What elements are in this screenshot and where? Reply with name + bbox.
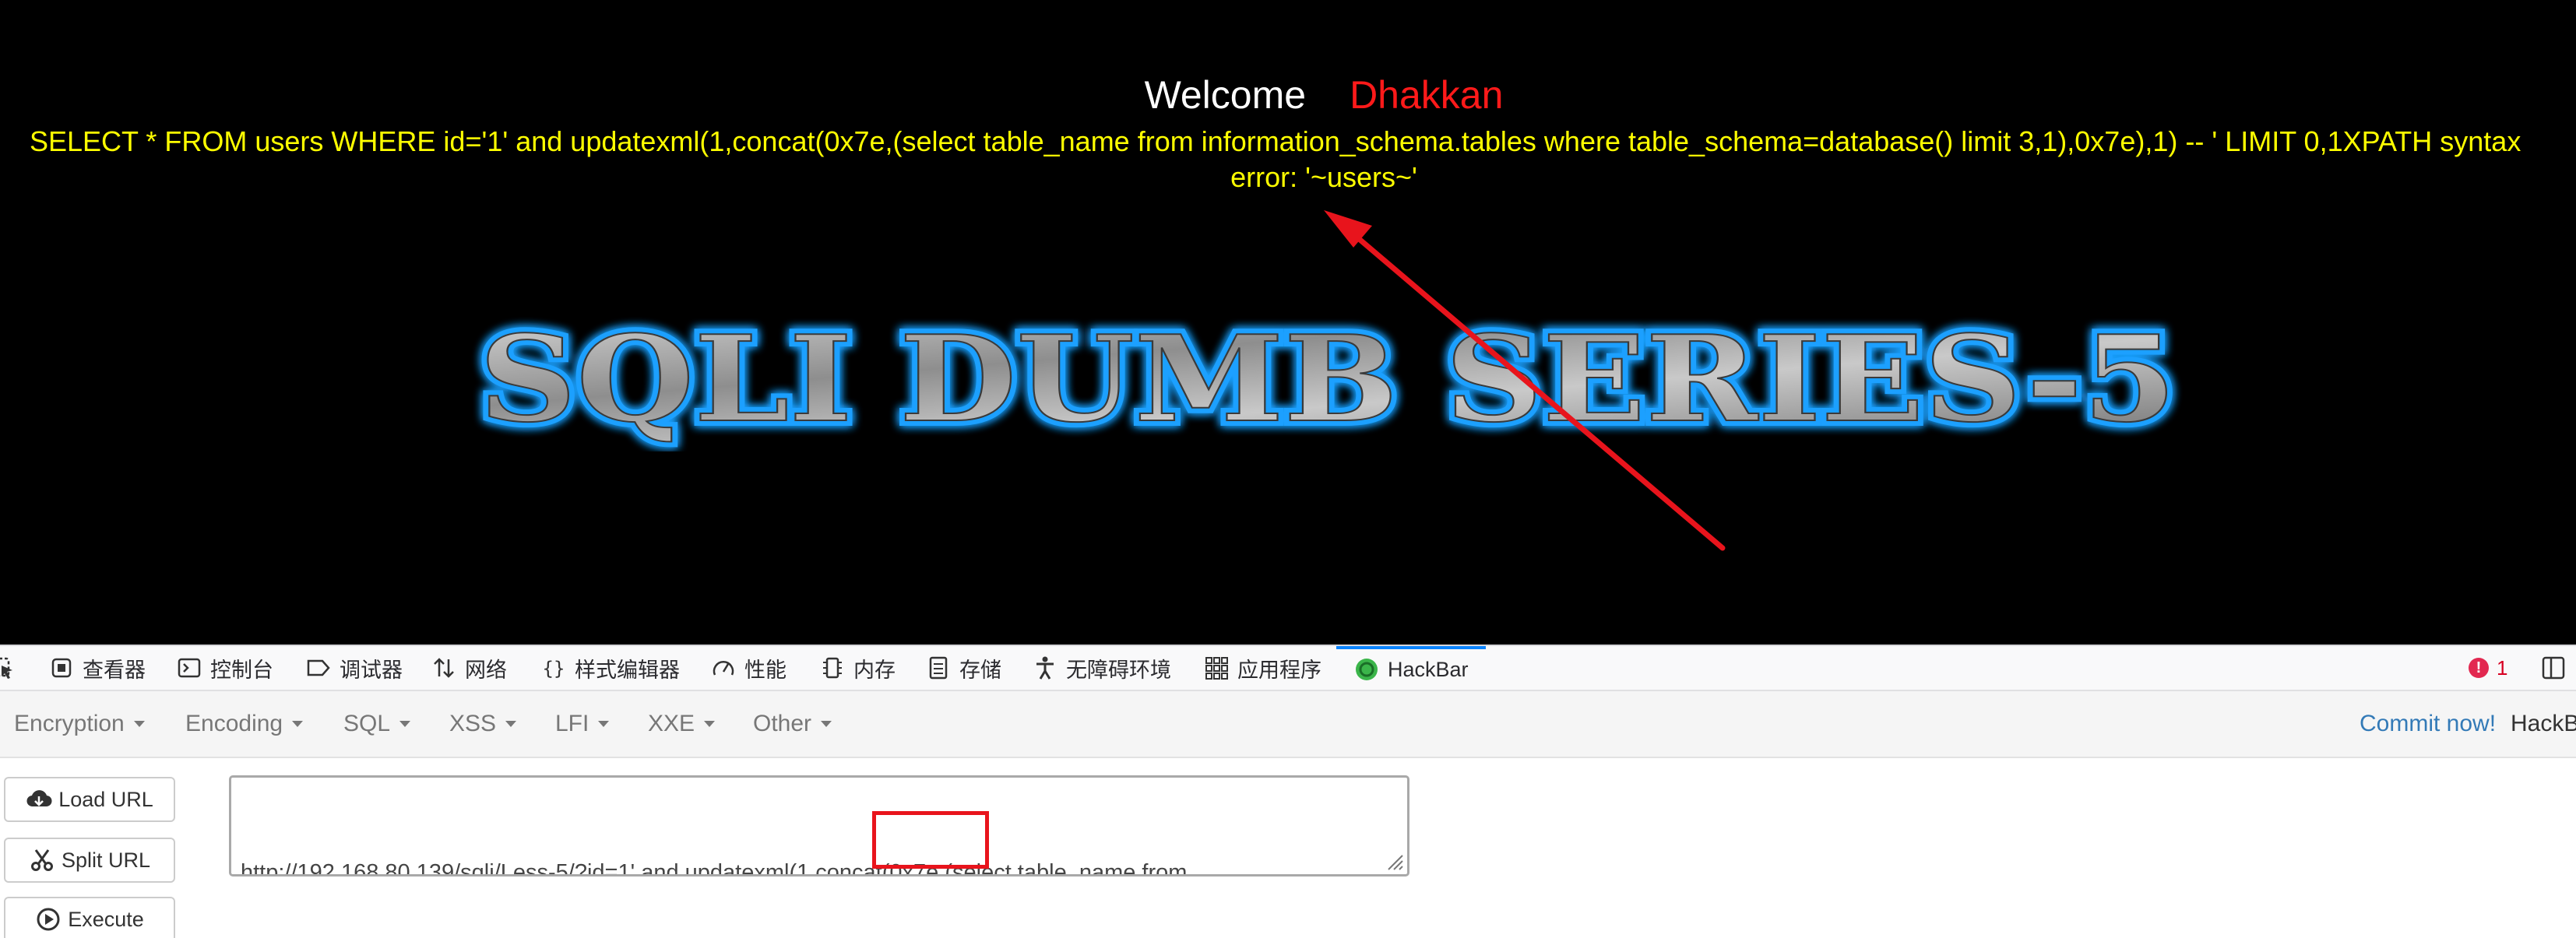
- hackbar-menu-bar: Encryption Encoding SQL XSS LFI XXE Othe…: [0, 691, 2576, 758]
- caret-down-icon: [505, 721, 517, 727]
- split-url-label: Split URL: [61, 848, 151, 872]
- sql-query-output: SELECT * FROM users WHERE id='1' and upd…: [30, 125, 2521, 157]
- load-url-label: Load URL: [58, 787, 153, 811]
- url-value: http://192.168.80.139/sqli/Less-5/?id=1'…: [241, 860, 1188, 877]
- error-count: 1: [2497, 655, 2508, 680]
- menu-xss[interactable]: XSS: [449, 691, 517, 757]
- tab-console[interactable]: 控制台: [176, 646, 273, 690]
- tab-application-label: 应用程序: [1237, 658, 1321, 682]
- accessibility-icon: [1036, 656, 1054, 680]
- tab-performance-label: 性能: [744, 658, 787, 682]
- web-page-viewport: Welcome Dhakkan SELECT * FROM users WHERE…: [0, 0, 2576, 645]
- tab-debugger[interactable]: 调试器: [305, 646, 403, 690]
- menu-encoding[interactable]: Encoding: [185, 691, 304, 757]
- menu-encryption[interactable]: Encryption: [14, 691, 145, 757]
- storage-icon: [929, 656, 948, 680]
- tab-network[interactable]: 网络: [431, 646, 507, 690]
- welcome-text: Welcome: [1144, 73, 1307, 117]
- menu-lfi[interactable]: LFI: [555, 691, 610, 757]
- dock-side-icon[interactable]: [2542, 655, 2565, 680]
- debugger-icon: [307, 659, 330, 676]
- svg-text:{}: {}: [543, 658, 565, 680]
- menu-xss-label: XSS: [449, 711, 497, 736]
- tab-console-label: 控制台: [210, 658, 273, 682]
- split-url-button[interactable]: Split URL: [4, 838, 175, 883]
- memory-icon: [823, 657, 842, 679]
- caret-down-icon: [821, 721, 832, 727]
- caret-down-icon: [598, 721, 610, 727]
- play-circle-icon: [37, 908, 60, 931]
- tab-memory-label: 内存: [853, 658, 896, 682]
- menu-xxe-label: XXE: [648, 711, 695, 736]
- inspector-icon: [51, 658, 72, 678]
- caret-down-icon: [292, 721, 304, 727]
- application-icon: [1205, 657, 1228, 680]
- banner-title: SQLI DUMB SERIES-5: [479, 309, 2177, 448]
- welcome-heading: Welcome Dhakkan: [0, 72, 2576, 118]
- caret-down-icon: [133, 721, 145, 727]
- tab-inspector-label: 查看器: [83, 658, 146, 682]
- caret-down-icon: [704, 721, 716, 727]
- load-url-button[interactable]: Load URL: [4, 777, 175, 822]
- tab-inspector[interactable]: 查看器: [48, 646, 146, 690]
- cloud-download-icon: [26, 790, 52, 807]
- sql-error-output: error: '~users~': [1230, 161, 1417, 193]
- execute-button[interactable]: Execute: [4, 897, 175, 938]
- menu-encoding-label: Encoding: [185, 711, 283, 736]
- error-icon: !: [2469, 658, 2489, 678]
- error-count-badge[interactable]: ! 1: [2469, 646, 2507, 690]
- devtools-toolbar: 查看器 控制台 调试器 网络 {} 样式编辑器 性能 内存 存储 无障碍环境 应…: [0, 645, 2576, 691]
- caret-down-icon: [399, 721, 411, 727]
- element-picker-button[interactable]: [0, 646, 23, 690]
- tab-style-editor-label: 样式编辑器: [575, 658, 680, 682]
- red-highlight-box: [872, 811, 989, 869]
- tab-debugger-label: 调试器: [340, 658, 403, 682]
- menu-sql[interactable]: SQL: [343, 691, 411, 757]
- menu-lfi-label: LFI: [555, 711, 589, 736]
- menu-other[interactable]: Other: [753, 691, 832, 757]
- tab-accessibility-label: 无障碍环境: [1066, 658, 1171, 682]
- tab-memory[interactable]: 内存: [819, 646, 896, 690]
- execute-label: Execute: [68, 907, 144, 931]
- tab-performance[interactable]: 性能: [710, 646, 787, 690]
- hackbar-icon: [1356, 659, 1378, 680]
- tab-storage[interactable]: 存储: [925, 646, 1001, 690]
- commit-now-link[interactable]: Commit now!: [2360, 691, 2496, 757]
- console-icon: [178, 658, 201, 678]
- sqli-dumb-series-banner: SQLI DUMB SERIES-5 SQLI DUMB SERIES-5: [473, 304, 2182, 451]
- style-editor-icon: {}: [543, 658, 565, 680]
- tab-hackbar-label: HackBar: [1388, 657, 1469, 681]
- menu-xxe[interactable]: XXE: [648, 691, 716, 757]
- tab-hackbar[interactable]: HackBar: [1336, 646, 1486, 690]
- hackbar-panel: Load URL Split URL Execute http://192.16…: [0, 758, 2576, 938]
- tab-application[interactable]: 应用程序: [1203, 646, 1321, 690]
- tab-storage-label: 存储: [959, 658, 1001, 682]
- tab-network-label: 网络: [465, 658, 507, 682]
- menu-encryption-label: Encryption: [14, 711, 125, 736]
- performance-icon: [713, 661, 734, 676]
- scissors-icon: [30, 849, 53, 871]
- welcome-username: Dhakkan: [1350, 73, 1504, 117]
- hackbar-brand: HackBar: [2511, 711, 2576, 736]
- screen: Welcome Dhakkan SELECT * FROM users WHERE…: [0, 0, 2576, 938]
- element-picker-icon: [0, 657, 12, 679]
- url-textarea[interactable]: http://192.168.80.139/sqli/Less-5/?id=1'…: [229, 775, 1409, 877]
- menu-other-label: Other: [753, 711, 812, 736]
- tab-style-editor[interactable]: {} 样式编辑器: [540, 646, 680, 690]
- network-icon: [434, 658, 454, 678]
- tab-accessibility[interactable]: 无障碍环境: [1032, 646, 1171, 690]
- menu-sql-label: SQL: [343, 711, 391, 736]
- resize-grip-icon[interactable]: [1384, 851, 1404, 871]
